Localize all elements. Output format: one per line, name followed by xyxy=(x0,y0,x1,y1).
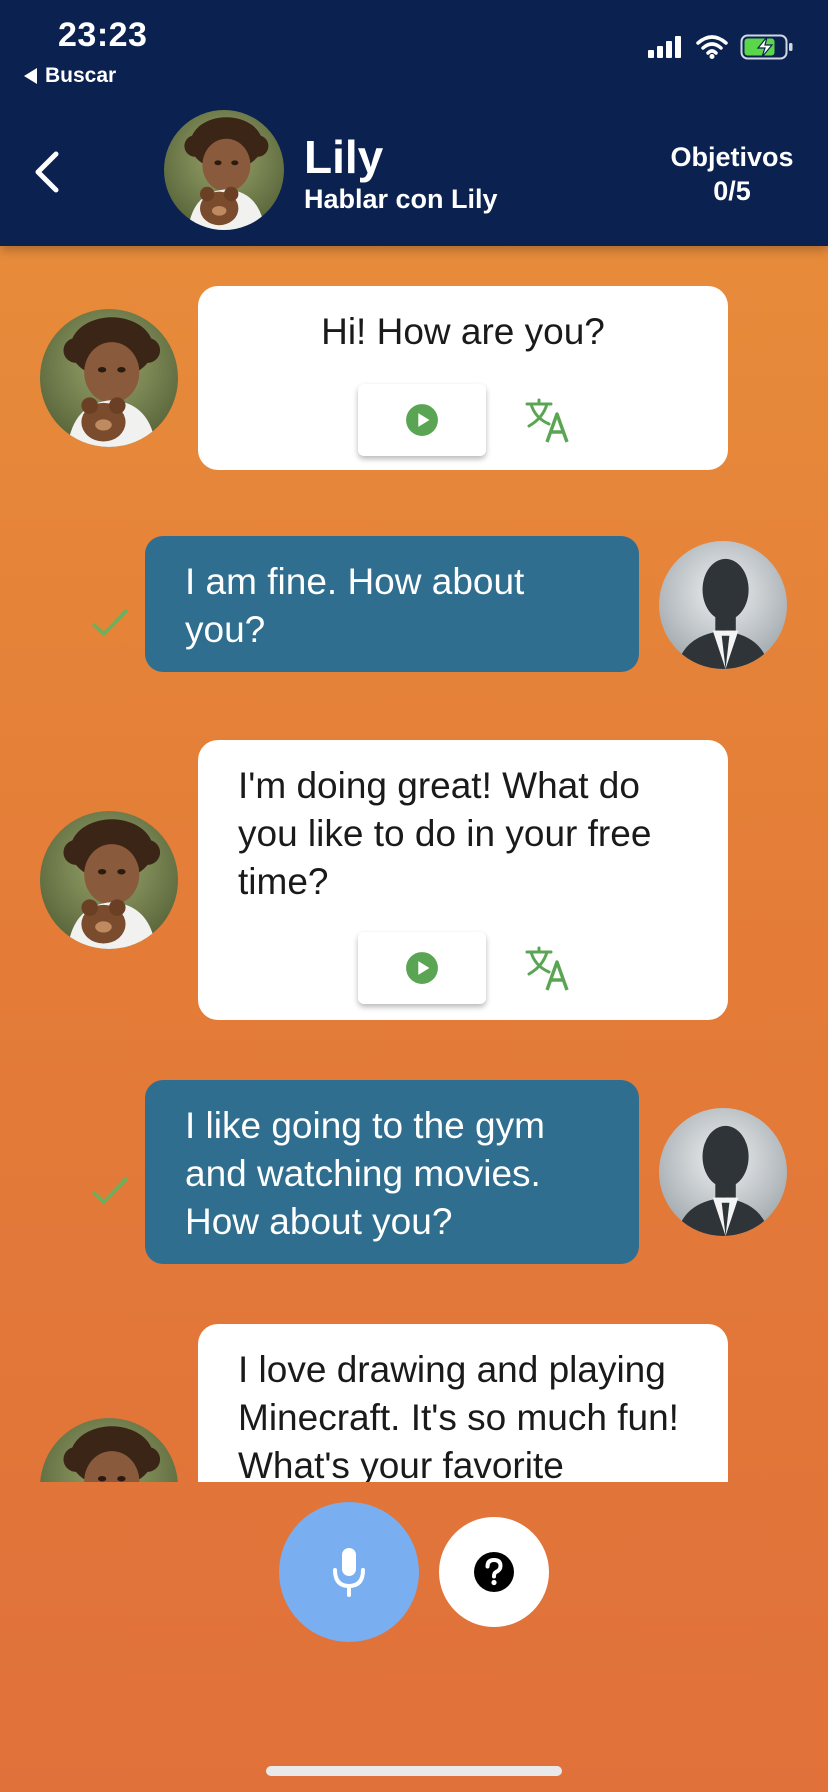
translate-icon[interactable] xyxy=(523,396,573,446)
chevron-left-icon[interactable] xyxy=(26,148,66,196)
app-header: 23:23 Buscar Lily Hablar con Lily Objeti… xyxy=(0,0,828,246)
message-actions xyxy=(198,384,728,456)
back-triangle-icon xyxy=(24,68,37,84)
microphone-icon xyxy=(333,1548,365,1597)
status-time: 23:23 xyxy=(58,16,148,54)
contact-avatar xyxy=(164,110,284,230)
check-icon xyxy=(90,606,130,638)
bot-message-bubble: I love drawing and playing Minecraft. It… xyxy=(198,1324,728,1482)
cellular-signal-icon xyxy=(648,36,681,58)
play-audio-button[interactable] xyxy=(358,384,486,456)
back-to-app-link[interactable]: Buscar xyxy=(24,64,116,88)
question-circle-icon xyxy=(474,1552,514,1592)
contact-subtitle: Hablar con Lily xyxy=(304,184,498,214)
translate-icon[interactable] xyxy=(523,944,573,994)
bot-message-text: Hi! How are you? xyxy=(321,311,605,352)
battery-charging-icon xyxy=(740,34,793,60)
help-button[interactable] xyxy=(439,1517,549,1627)
check-icon xyxy=(90,1174,130,1206)
play-circle-icon xyxy=(405,951,439,985)
bot-message-text: I'm doing great! What do you like to do … xyxy=(238,765,652,902)
play-circle-icon xyxy=(405,403,439,437)
bot-message-bubble: I'm doing great! What do you like to do … xyxy=(198,740,728,1020)
user-avatar xyxy=(659,1108,787,1236)
goals-counter[interactable]: Objetivos 0/5 xyxy=(652,140,812,208)
bot-avatar xyxy=(40,811,178,949)
bot-message-bubble: Hi! How are you? xyxy=(198,286,728,470)
chat-messages[interactable]: Hi! How are you? I am fine. How about yo… xyxy=(0,246,828,1482)
bot-avatar xyxy=(40,1418,178,1482)
goals-value: 0/5 xyxy=(713,176,751,206)
user-message-bubble: I am fine. How about you? xyxy=(145,536,639,672)
back-app-label: Buscar xyxy=(45,64,117,87)
contact-name: Lily xyxy=(304,131,384,183)
home-indicator[interactable] xyxy=(266,1766,562,1776)
goals-label: Objetivos xyxy=(670,142,794,172)
user-avatar xyxy=(659,541,787,669)
wifi-icon xyxy=(696,35,728,59)
user-message-bubble: I like going to the gym and watching mov… xyxy=(145,1080,639,1264)
message-actions xyxy=(198,932,728,1004)
bot-avatar xyxy=(40,309,178,447)
play-audio-button[interactable] xyxy=(358,932,486,1004)
bot-message-text: I love drawing and playing Minecraft. It… xyxy=(238,1349,679,1482)
microphone-button[interactable] xyxy=(279,1502,419,1642)
status-icons xyxy=(648,34,794,60)
